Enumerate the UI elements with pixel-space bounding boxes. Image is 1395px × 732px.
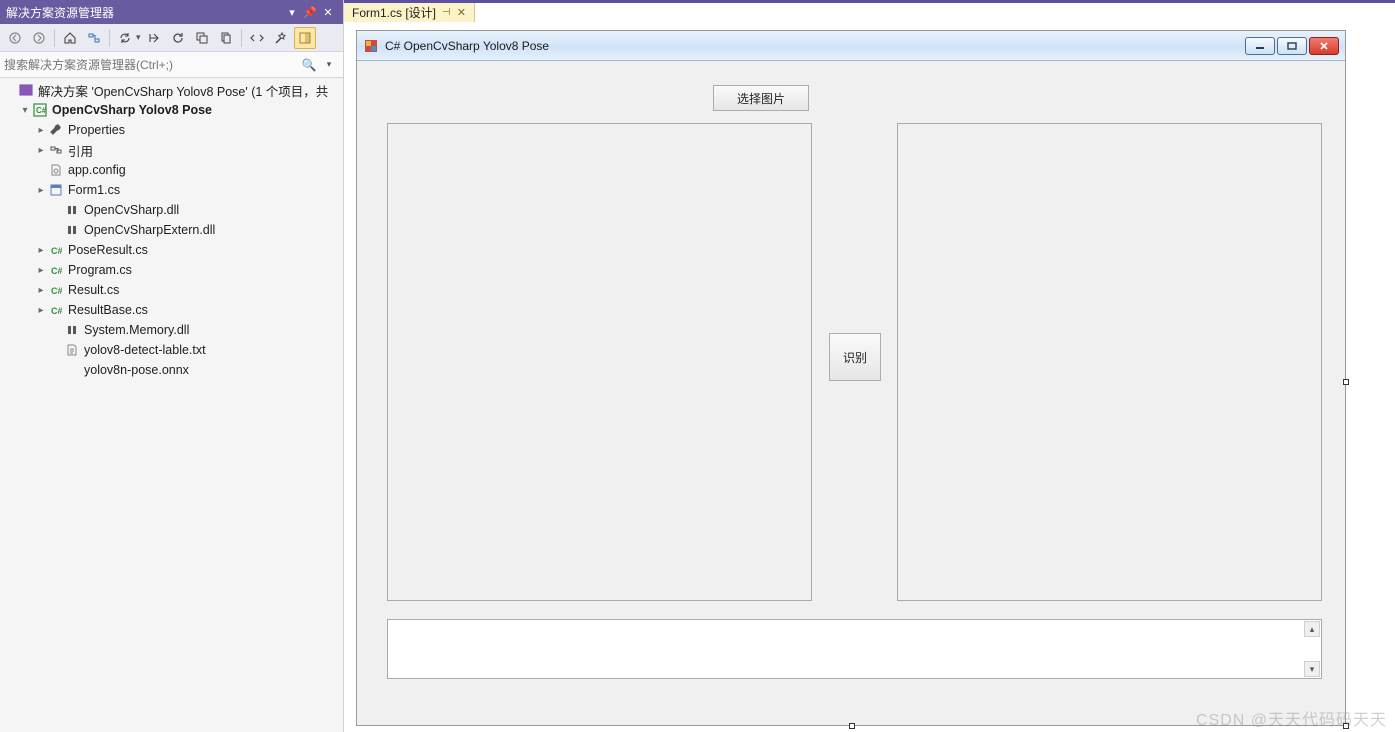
properties-icon[interactable] [270,27,292,49]
solution-icon [18,82,34,98]
form1-window[interactable]: C# OpenCvSharp Yolov8 Pose 选择图片 识别 ▴ ▾ [356,30,1346,726]
tree-item-references[interactable]: ▸ 引用 [0,140,343,160]
solution-label: 解决方案 'OpenCvSharp Yolov8 Pose' (1 个项目，共 [38,81,328,100]
svg-text:C#: C# [51,286,62,296]
tree-item-poseresult[interactable]: ▸ C# PoseResult.cs [0,240,343,260]
editor-area: Form1.cs [设计] ⊣ ✕ C# OpenCvSharp Yolov8 … [344,0,1395,732]
scroll-up-icon[interactable]: ▴ [1304,621,1320,637]
tree-item-form1[interactable]: ▸ Form1.cs [0,180,343,200]
csharp-project-icon: C# [32,102,48,118]
solution-explorer-search: 🔍 ▾ [0,52,343,78]
expand-arrow-icon[interactable]: ▸ [34,245,48,256]
solution-explorer-panel: 解决方案资源管理器 ▾ 📌 ✕ ▾ 🔍 ▾ ▸ 解决方案 'OpenCvShar… [0,0,344,732]
expand-arrow-icon[interactable]: ▸ [34,185,48,196]
dll-file-icon [64,322,80,338]
solution-tree: ▸ 解决方案 'OpenCvSharp Yolov8 Pose' (1 个项目，… [0,78,343,732]
select-image-button[interactable]: 选择图片 [713,85,809,111]
svg-text:C#: C# [36,106,47,115]
tab-close-icon[interactable]: ✕ [457,6,466,19]
resize-handle-bottom[interactable] [849,723,855,729]
config-file-icon [48,162,64,178]
form-app-icon [363,38,379,54]
tree-item-result[interactable]: ▸ C# Result.cs [0,280,343,300]
scroll-down-icon[interactable]: ▾ [1304,661,1320,677]
tree-item-yolov8-label-txt[interactable]: ▸ yolov8-detect-lable.txt [0,340,343,360]
svg-text:C#: C# [51,246,62,256]
tab-pin-icon[interactable]: ⊣ [442,7,451,18]
tree-item-app-config[interactable]: ▸ app.config [0,160,343,180]
nav-back-icon[interactable] [4,27,26,49]
refresh-icon[interactable] [167,27,189,49]
picturebox-output[interactable] [897,123,1322,601]
dll-file-icon [64,222,80,238]
dll-file-icon [64,202,80,218]
csharp-file-icon: C# [48,302,64,318]
search-icon[interactable]: 🔍 [299,58,319,72]
panel-dropdown-icon[interactable]: ▾ [283,3,301,21]
resize-handle-right[interactable] [1343,379,1349,385]
form-close-button[interactable] [1309,37,1339,55]
form-maximize-button[interactable] [1277,37,1307,55]
expand-arrow-icon[interactable]: ▸ [34,145,48,156]
scope-icon[interactable] [83,27,105,49]
form-file-icon [48,182,64,198]
search-dropdown-icon[interactable]: ▾ [319,59,339,70]
references-icon [48,142,64,158]
tree-item-properties[interactable]: ▸ Properties [0,120,343,140]
svg-text:C#: C# [51,266,62,276]
expand-arrow-icon[interactable]: ▸ [34,125,48,136]
expand-arrow-icon[interactable]: ▸ [34,285,48,296]
tree-item-program[interactable]: ▸ C# Program.cs [0,260,343,280]
solution-explorer-toolbar: ▾ [0,24,343,52]
project-node[interactable]: ▾ C# OpenCvSharp Yolov8 Pose [0,100,343,120]
show-all-files-icon[interactable] [215,27,237,49]
expand-arrow-icon[interactable]: ▸ [34,265,48,276]
text-file-icon [64,342,80,358]
csharp-file-icon: C# [48,282,64,298]
solution-explorer-titlebar: 解决方案资源管理器 ▾ 📌 ✕ [0,0,343,24]
panel-pin-icon[interactable]: 📌 [301,3,319,21]
expand-arrow-icon[interactable]: ▸ [34,305,48,316]
expand-arrow-icon[interactable]: ▾ [18,105,32,116]
tree-item-opencvsharp-dll[interactable]: ▸ OpenCvSharp.dll [0,200,343,220]
preview-icon[interactable] [294,27,316,49]
panel-close-icon[interactable]: ✕ [319,3,337,21]
sync-view-icon[interactable] [143,27,165,49]
project-label: OpenCvSharp Yolov8 Pose [52,103,212,117]
resize-handle-corner[interactable] [1343,723,1349,729]
file-icon [64,362,80,378]
designer-surface[interactable]: C# OpenCvSharp Yolov8 Pose 选择图片 识别 ▴ ▾ [344,22,1395,732]
tab-form1-design[interactable]: Form1.cs [设计] ⊣ ✕ [344,3,475,22]
recognize-button[interactable]: 识别 [829,333,881,381]
tab-label: Form1.cs [设计] [352,4,436,21]
tree-item-resultbase[interactable]: ▸ C# ResultBase.cs [0,300,343,320]
nav-forward-icon[interactable] [28,27,50,49]
wrench-icon [48,122,64,138]
sync-icon[interactable] [114,27,136,49]
form-titlebar: C# OpenCvSharp Yolov8 Pose [357,31,1345,61]
csharp-file-icon: C# [48,262,64,278]
editor-tabs: Form1.cs [设计] ⊣ ✕ [344,0,1395,22]
tree-item-yolov8n-pose-onnx[interactable]: ▸ yolov8n-pose.onnx [0,360,343,380]
solution-explorer-title: 解决方案资源管理器 [6,4,114,21]
solution-node[interactable]: ▸ 解决方案 'OpenCvSharp Yolov8 Pose' (1 个项目，… [0,80,343,100]
form-client-area: 选择图片 识别 ▴ ▾ [357,61,1345,725]
tree-item-system-memory-dll[interactable]: ▸ System.Memory.dll [0,320,343,340]
form-title: C# OpenCvSharp Yolov8 Pose [385,39,1245,53]
form-minimize-button[interactable] [1245,37,1275,55]
svg-text:C#: C# [51,306,62,316]
collapse-all-icon[interactable] [191,27,213,49]
csharp-file-icon: C# [48,242,64,258]
view-code-icon[interactable] [246,27,268,49]
search-input[interactable] [4,58,299,72]
home-icon[interactable] [59,27,81,49]
picturebox-input[interactable] [387,123,812,601]
tree-item-opencvsharpextern-dll[interactable]: ▸ OpenCvSharpExtern.dll [0,220,343,240]
log-textbox[interactable]: ▴ ▾ [387,619,1322,679]
